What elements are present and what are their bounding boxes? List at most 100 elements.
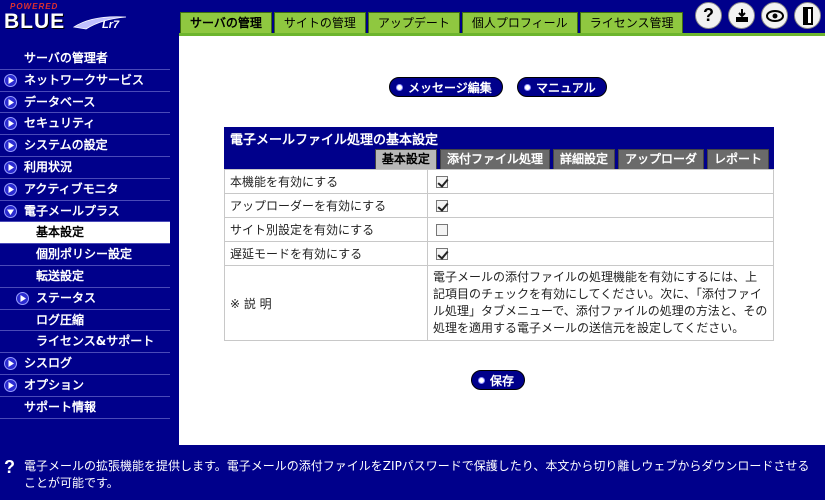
setting-label: アップローダーを有効にする	[224, 193, 428, 218]
sidebar-item[interactable]: ステータス	[0, 288, 170, 310]
sidebar-item[interactable]: サポート情報	[0, 397, 170, 419]
sidebar-item[interactable]: データベース	[0, 92, 170, 114]
sidebar-item-label: 転送設定	[36, 268, 85, 283]
sidebar-item[interactable]: アクティブモニタ	[0, 179, 170, 201]
sidebar-item[interactable]: 電子メールプラス	[0, 201, 170, 223]
subtab-uploader[interactable]: アップローダ	[617, 149, 704, 169]
sidebar-item[interactable]: ネットワークサービス	[0, 70, 170, 92]
save-label: 保存	[490, 374, 515, 388]
sidebar-item-label: 電子メールプラス	[24, 203, 120, 218]
edit-message-button[interactable]: メッセージ編集	[389, 77, 503, 97]
setting-label: 本機能を有効にする	[224, 169, 428, 194]
help-text: 電子メールの拡張機能を提供します。電子メールの添付ファイルをZIPパスワードで保…	[24, 459, 810, 490]
main-content: メッセージ編集 マニュアル 電子メールファイル処理の基本設定 基本設定 添付ファ…	[179, 36, 825, 445]
sidebar: サーバの管理者ネットワークサービス データベース セキュリティ システムの設定 利用状況…	[0, 36, 179, 445]
button-dot-icon	[396, 84, 403, 91]
sidebar-item-label: 個別ポリシー設定	[36, 247, 133, 262]
logo-brand-text: BLUE	[4, 10, 66, 33]
help-bar: ? 電子メールの拡張機能を提供します。電子メールの添付ファイルをZIPパスワード…	[0, 445, 825, 500]
setting-value	[427, 217, 774, 242]
sidebar-item[interactable]: シスログ	[0, 353, 170, 375]
settings-row: 本機能を有効にする	[224, 169, 774, 194]
settings-row: サイト別設定を有効にする	[224, 217, 774, 242]
collapse-arrow-icon	[4, 204, 17, 218]
sidebar-item-label: サポート情報	[24, 399, 97, 414]
panel-subtabs: 基本設定 添付ファイル処理 詳細設定 アップローダ レポート	[372, 149, 769, 169]
top-icons: ?	[695, 2, 821, 29]
sidebar-item[interactable]: オプション	[0, 375, 170, 397]
logout-icon[interactable]	[728, 2, 755, 29]
tab-license[interactable]: ライセンス管理	[579, 12, 684, 34]
setting-value	[427, 169, 774, 194]
svg-text:Lr7: Lr7	[102, 19, 120, 31]
description-label: ※ 説 明	[224, 265, 428, 341]
sidebar-item-label: シスログ	[24, 356, 73, 371]
save-button[interactable]: 保存	[471, 370, 526, 390]
settings-row: アップローダーを有効にする	[224, 193, 774, 218]
settings-table: 本機能を有効にする アップローダーを有効にする サイト別設定を有効にする 遅延モードを…	[224, 169, 774, 341]
description-row: ※ 説 明 電子メールの添付ファイルの処理機能を有効にするには、上記項目のチェッ…	[224, 265, 774, 341]
sidebar-item[interactable]: ログ圧縮	[0, 310, 170, 332]
edit-message-label: メッセージ編集	[408, 81, 492, 95]
sidebar-item-label: ステータス	[36, 290, 97, 305]
sidebar-item-label: オプション	[24, 377, 85, 392]
setting-checkbox[interactable]	[436, 200, 448, 212]
tab-site-admin[interactable]: サイトの管理	[273, 12, 366, 34]
expand-arrow-icon	[4, 139, 17, 153]
sidebar-item-label: データベース	[24, 94, 96, 109]
subtab-advanced[interactable]: 詳細設定	[552, 149, 615, 169]
sidebar-item[interactable]: ライセンス&サポート	[0, 331, 170, 354]
expand-arrow-icon	[4, 182, 17, 196]
sidebar-item[interactable]: セキュリティ	[0, 113, 170, 136]
expand-arrow-icon	[4, 378, 17, 392]
setting-checkbox[interactable]	[436, 224, 448, 236]
sidebar-item[interactable]: 利用状況	[0, 157, 170, 179]
sidebar-item[interactable]: サーバの管理者	[0, 48, 170, 70]
question-icon: ?	[4, 457, 15, 477]
exit-icon[interactable]	[794, 2, 821, 29]
panel-header: 電子メールファイル処理の基本設定 基本設定 添付ファイル処理 詳細設定 アップロ…	[224, 127, 774, 169]
subtab-basic[interactable]: 基本設定	[374, 149, 437, 169]
setting-label: 遅延モードを有効にする	[224, 241, 428, 266]
setting-checkbox[interactable]	[436, 248, 448, 260]
sidebar-item-label: アクティブモニタ	[24, 181, 119, 196]
subtab-report[interactable]: レポート	[706, 149, 769, 169]
sidebar-item-label: ライセンス&サポート	[36, 334, 155, 349]
tab-profile[interactable]: 個人プロフィール	[461, 12, 578, 34]
tab-server-admin[interactable]: サーバの管理	[180, 12, 272, 34]
top-bar: POWERED BLUE Lr7 サーバの管理 サイトの管理 アップデート 個人…	[0, 0, 825, 36]
manual-label: マニュアル	[536, 81, 596, 95]
expand-arrow-icon	[4, 73, 17, 87]
settings-panel: 電子メールファイル処理の基本設定 基本設定 添付ファイル処理 詳細設定 アップロ…	[224, 127, 774, 341]
sidebar-item[interactable]: 個別ポリシー設定	[0, 244, 170, 266]
view-icon[interactable]	[761, 2, 788, 29]
setting-value	[427, 193, 774, 218]
sidebar-item-label: ネットワークサービス	[24, 72, 145, 87]
sidebar-item-label: 基本設定	[36, 225, 85, 240]
sidebar-item-label: ログ圧縮	[36, 312, 85, 327]
description-text: 電子メールの添付ファイルの処理機能を有効にするには、上記項目のチェックを有効にし…	[427, 265, 774, 341]
tab-update[interactable]: アップデート	[367, 12, 460, 34]
sidebar-item-label: システムの設定	[24, 138, 108, 153]
button-dot-icon	[524, 84, 531, 91]
expand-arrow-icon	[4, 117, 17, 131]
help-icon[interactable]: ?	[695, 2, 722, 29]
sidebar-item[interactable]: 転送設定	[0, 266, 170, 288]
manual-button[interactable]: マニュアル	[517, 77, 607, 97]
sidebar-item-label: サーバの管理者	[24, 51, 108, 65]
powered-blue-logo: POWERED BLUE Lr7	[4, 2, 128, 33]
sidebar-item[interactable]: システムの設定	[0, 135, 170, 157]
sidebar-item-label: 利用状況	[24, 159, 73, 174]
expand-arrow-icon	[16, 291, 29, 305]
setting-checkbox[interactable]	[436, 176, 448, 188]
button-dot-icon	[478, 377, 485, 384]
setting-value	[427, 241, 774, 266]
expand-arrow-icon	[4, 95, 17, 109]
expand-arrow-icon	[4, 160, 17, 174]
logo-swoosh-icon: Lr7	[72, 16, 127, 31]
panel-title: 電子メールファイル処理の基本設定	[230, 133, 439, 148]
sidebar-item[interactable]: 基本設定	[0, 222, 170, 245]
subtab-attachment[interactable]: 添付ファイル処理	[439, 149, 550, 169]
setting-label: サイト別設定を有効にする	[224, 217, 428, 242]
sidebar-item-label: セキュリティ	[24, 116, 96, 131]
